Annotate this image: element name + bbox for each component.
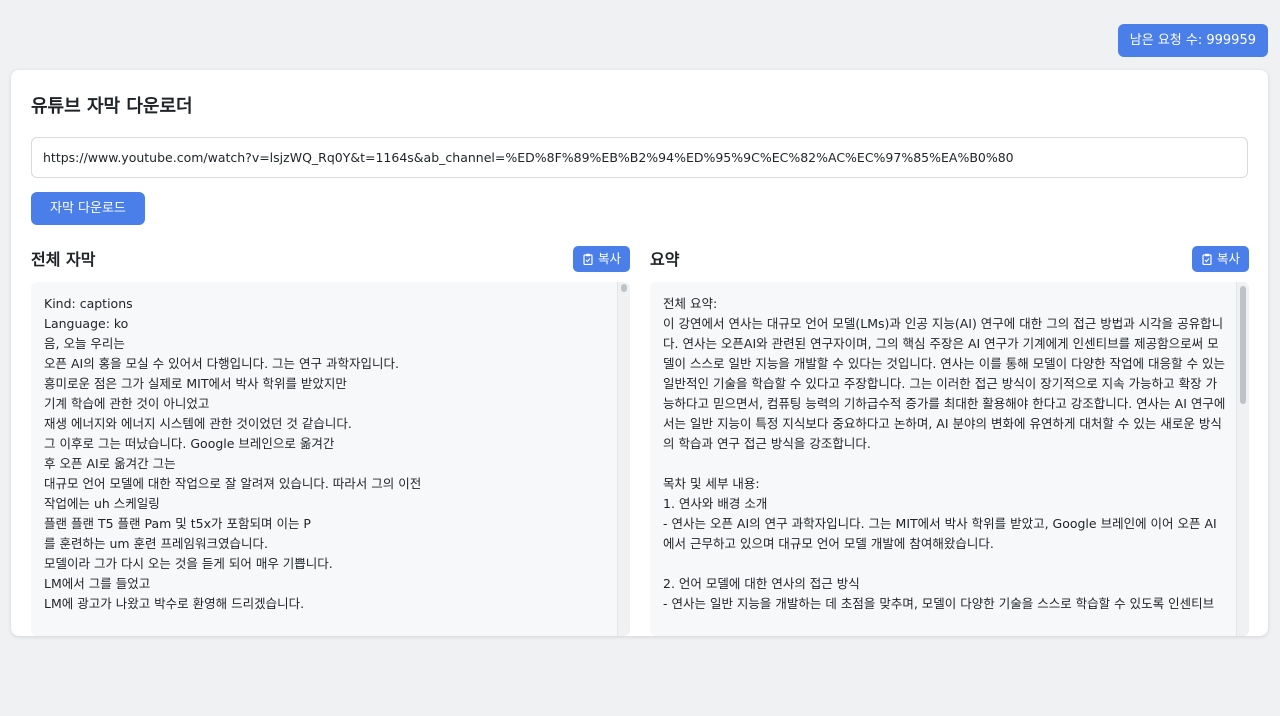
copy-summary-button[interactable]: 복사	[1191, 246, 1249, 272]
summary-section-heading: 1. 연사와 배경 소개	[663, 496, 768, 511]
transcript-title: 전체 자막	[31, 250, 96, 269]
summary-toc-heading: 목차 및 세부 내용:	[663, 476, 760, 491]
page-title: 유튜브 자막 다운로더	[31, 96, 193, 117]
transcript-line: 기계 학습에 관한 것이 아니었고	[44, 396, 210, 411]
clipboard-icon	[1202, 253, 1212, 265]
summary-scrollbar[interactable]	[1236, 282, 1249, 636]
download-subtitles-button[interactable]: 자막 다운로드	[31, 192, 145, 225]
summary-title: 요약	[650, 250, 680, 269]
transcript-line: 작업에는 uh 스케일링	[44, 496, 160, 511]
transcript-textarea[interactable]: Kind: captions Language: ko 음, 오늘 우리는오픈 AI…	[31, 282, 630, 636]
youtube-url-input[interactable]	[31, 137, 1248, 178]
transcript-line: 오픈 AI의 홍을 모실 수 있어서 다행입니다. 그는 연구 과학자입니다.	[44, 356, 399, 371]
summary-section-text: - 연사는 오픈 AI의 연구 과학자입니다. 그는 MIT에서 박사 학위를 …	[663, 516, 1217, 551]
summary-section-heading: 2. 언어 모델에 대한 연사의 접근 방식	[663, 576, 860, 591]
summary-section-text: - 연사는 일반 지능을 개발하는 데 초점을 맞추며, 모델이 다양한 기술을…	[663, 596, 1215, 611]
transcript-line: LM에 광고가 나왔고 박수로 환영해 드리겠습니다.	[44, 596, 305, 611]
summary-scroll-thumb[interactable]	[1240, 286, 1246, 404]
clipboard-icon	[583, 253, 593, 265]
transcript-text: Kind: captions Language: ko 음, 오늘 우리는오픈 AI…	[44, 294, 608, 614]
main-card: 유튜브 자막 다운로더 자막 다운로드 전체 자막 복사 Kind: capti…	[11, 70, 1268, 636]
transcript-line: 후 오픈 AI로 옮겨간 그는	[44, 456, 176, 471]
copy-summary-label: 복사	[1216, 251, 1240, 266]
summary-overall-text: 이 강연에서 연사는 대규모 언어 모델(LMs)과 인공 지능(AI) 연구에…	[663, 316, 1226, 451]
summary-overall-heading: 전체 요약:	[663, 296, 718, 311]
transcript-line: 모델이라 그가 다시 오는 것을 듣게 되어 매우 기쁩니다.	[44, 556, 333, 571]
transcript-line: 플랜 플랜 T5 플랜 Pam 및 t5x가 포함되며 이는 P	[44, 516, 311, 531]
transcript-scroll-thumb[interactable]	[621, 284, 627, 292]
remaining-requests-badge: 남은 요청 수: 999959	[1117, 24, 1268, 57]
transcript-line: LM에서 그를 들었고	[44, 576, 151, 591]
summary-textarea[interactable]: 전체 요약: 이 강연에서 연사는 대규모 언어 모델(LMs)과 인공 지능(…	[650, 282, 1249, 636]
transcript-scrollbar[interactable]	[617, 282, 630, 636]
transcript-line: 음, 오늘 우리는	[44, 336, 125, 351]
copy-transcript-label: 복사	[597, 251, 621, 266]
transcript-line: Language: ko	[44, 316, 129, 331]
copy-transcript-button[interactable]: 복사	[572, 246, 630, 272]
transcript-line: 재생 에너지와 에너지 시스템에 관한 것이었던 것 같습니다.	[44, 416, 352, 431]
transcript-line: 를 훈련하는 um 훈련 프레임워크였습니다.	[44, 536, 268, 551]
summary-text: 전체 요약: 이 강연에서 연사는 대규모 언어 모델(LMs)과 인공 지능(…	[663, 294, 1227, 614]
transcript-line: 대규모 언어 모델에 대한 작업으로 잘 알려져 있습니다. 따라서 그의 이전	[44, 476, 422, 491]
transcript-line: 그 이후로 그는 떠났습니다. Google 브레인으로 옮겨간	[44, 436, 335, 451]
transcript-line: 흥미로운 점은 그가 실제로 MIT에서 박사 학위를 받았지만	[44, 376, 347, 391]
transcript-line: Kind: captions	[44, 296, 133, 311]
